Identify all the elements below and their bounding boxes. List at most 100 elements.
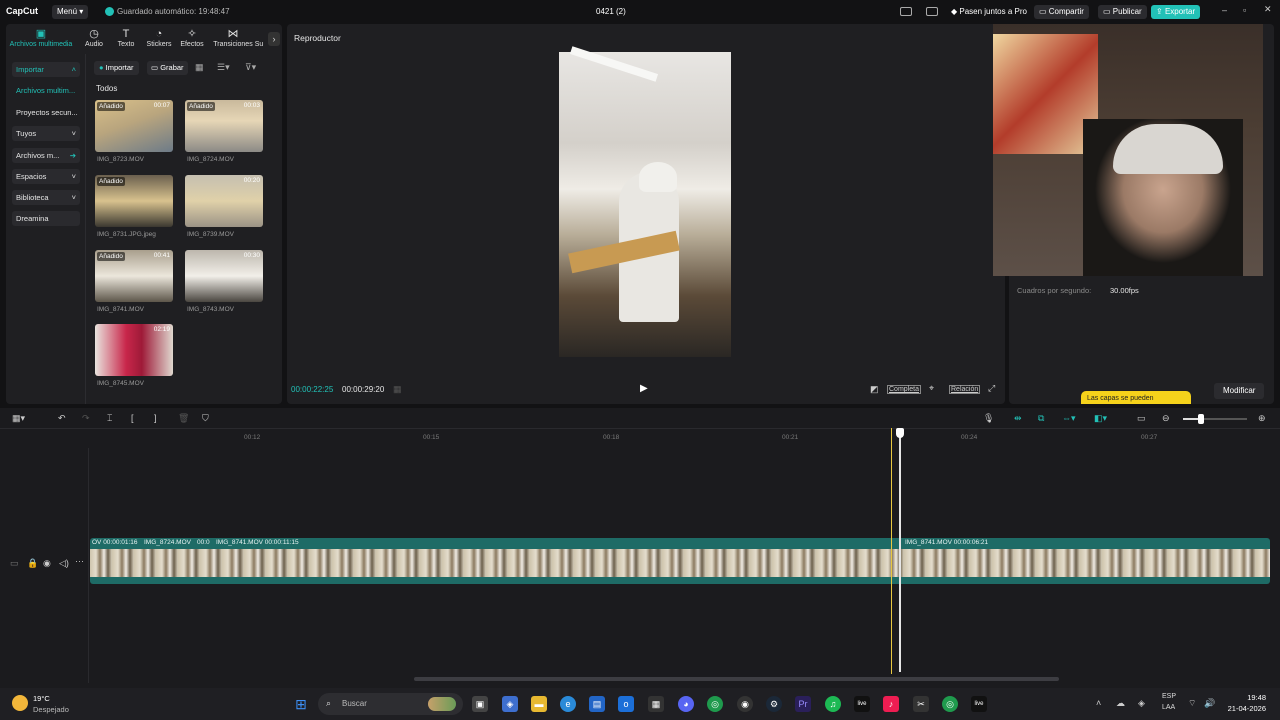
obs-icon[interactable]: ◉ <box>737 696 753 712</box>
tab-transitions[interactable]: ⋈ Transiciones <box>211 28 255 48</box>
chrome-icon[interactable]: ◎ <box>707 696 723 712</box>
play-icon[interactable]: ▶ <box>640 383 648 394</box>
media-thumb[interactable]: Añadido 00:41 <box>95 250 173 302</box>
store-icon[interactable]: ▤ <box>589 696 605 712</box>
export-button[interactable]: ⇪ Exportar <box>1151 5 1201 19</box>
playhead[interactable] <box>899 430 901 672</box>
fullscreen-icon[interactable]: ⤢ <box>988 383 995 394</box>
playhead-handle[interactable] <box>896 428 904 438</box>
redo-icon[interactable]: ↷ <box>82 413 90 424</box>
edge-icon[interactable]: e <box>560 696 576 712</box>
zoom-in-icon[interactable]: ⊕ <box>1258 413 1266 424</box>
capcut-icon[interactable]: ✂ <box>913 696 929 712</box>
steam-icon[interactable]: ⚙ <box>766 696 782 712</box>
bluetooth-tray-icon[interactable]: ◈ <box>1138 698 1145 709</box>
filter-icon[interactable]: ⊽▾ <box>245 62 256 73</box>
clip-label[interactable]: OV 00:00:01:16 <box>92 539 138 546</box>
undo-icon[interactable]: ↶ <box>58 413 66 424</box>
preview-axis-icon[interactable]: ⇔▾ <box>1062 413 1076 424</box>
lock-icon[interactable]: 🔒 <box>27 558 38 569</box>
volume-icon[interactable]: 🔊 <box>1204 698 1215 709</box>
shield-icon[interactable]: ⛉ <box>202 413 209 424</box>
zoom-slider-handle[interactable] <box>1198 414 1204 424</box>
trim-left-icon[interactable]: [ <box>131 413 134 423</box>
language-layout[interactable]: LAA <box>1162 704 1175 711</box>
discord-icon[interactable]: ◕ <box>678 696 694 712</box>
language-code[interactable]: ESP <box>1162 693 1176 700</box>
sort-icon[interactable]: ☰▾ <box>217 62 230 73</box>
import-button[interactable]: ● Importar <box>94 61 139 75</box>
sidebar-item-files[interactable]: Archivos m... ➔ <box>12 148 80 163</box>
tab-audio[interactable]: ◷ Audio <box>76 28 112 48</box>
snap-icon[interactable]: ⇹ <box>1014 413 1022 424</box>
weather-icon[interactable] <box>12 695 28 711</box>
windows-start-icon[interactable]: ⊞ <box>293 696 309 712</box>
caption-icon[interactable]: ▭ <box>1137 413 1146 424</box>
video-preview[interactable] <box>559 46 731 357</box>
tab-effects[interactable]: ✧ Efectos <box>174 28 210 48</box>
ai-icon[interactable]: ◧▾ <box>1094 413 1107 424</box>
file-explorer-icon[interactable]: ▬ <box>531 696 547 712</box>
chrome-profile-icon[interactable]: ◎ <box>942 696 958 712</box>
calculator-icon[interactable]: ▦ <box>648 696 664 712</box>
clock-date[interactable]: 21-04-2026 <box>1222 704 1266 713</box>
spotify-icon[interactable]: ♫ <box>825 696 841 712</box>
timeline-layout-icon[interactable]: ▦▾ <box>12 413 25 424</box>
sidebar-item-library[interactable]: Biblioteca ˅ <box>12 190 80 205</box>
media-thumb[interactable]: Añadido 00:07 <box>95 100 173 152</box>
ratio-button[interactable]: Relación <box>949 385 981 394</box>
sidebar-item-secondary[interactable]: Proyectos secun... <box>12 105 80 120</box>
sidebar-item-yours[interactable]: Tuyos ˅ <box>12 126 80 141</box>
clip-label[interactable]: 00:0 <box>197 539 210 546</box>
compare-icon[interactable]: ◩ <box>870 384 879 395</box>
project-title[interactable]: 0421 (2) <box>596 7 626 16</box>
outlook-icon[interactable]: o <box>618 696 634 712</box>
sidebar-item-dreamina[interactable]: Dreamina <box>12 211 80 226</box>
eye-icon[interactable]: ◉ <box>43 558 51 569</box>
tab-stickers[interactable]: ◔ Stickers <box>141 28 177 48</box>
microphone-icon[interactable]: 🎙 <box>983 413 994 424</box>
media-thumb[interactable]: Añadido 00:03 <box>185 100 263 152</box>
horizontal-scrollbar[interactable] <box>414 677 1059 681</box>
clip-label[interactable]: IMG_8741.MOV 00:00:06:21 <box>905 539 988 546</box>
split-icon[interactable]: ⌶ <box>107 413 112 424</box>
chevron-up-icon[interactable]: ˄ <box>1096 698 1101 708</box>
tiktok-icon[interactable]: ♪ <box>883 696 899 712</box>
media-thumb[interactable]: 00:20 <box>185 175 263 227</box>
modify-button[interactable]: Modificar <box>1214 383 1265 399</box>
menu-button[interactable]: Menú ▾ <box>52 5 89 19</box>
sidebar-item-spaces[interactable]: Espacios ˅ <box>12 169 80 184</box>
layout-icon[interactable] <box>900 7 912 16</box>
sidebar-item-import[interactable]: Importar ˄ <box>12 62 80 77</box>
record-button[interactable]: ▭ Grabar <box>147 61 188 75</box>
media-thumb[interactable]: Añadido <box>95 175 173 227</box>
timecode-grid-icon[interactable]: ▦ <box>393 384 402 395</box>
live-icon[interactable]: live <box>854 696 870 712</box>
tab-more[interactable]: Su <box>254 28 264 48</box>
clip-label[interactable]: IMG_8724.MOV <box>144 539 191 546</box>
tab-media[interactable]: ▣ Archivos multimedia <box>8 28 74 48</box>
clip-label[interactable]: IMG_8741.MOV 00:00:11:15 <box>216 539 299 546</box>
delete-icon[interactable]: 🗑 <box>178 413 189 424</box>
focus-icon[interactable]: ⌖ <box>929 383 934 394</box>
link-clips-icon[interactable]: ⧉ <box>1038 413 1044 424</box>
wifi-icon[interactable]: ⌔ <box>1188 698 1196 709</box>
chevron-right-icon[interactable]: › <box>268 32 280 46</box>
full-quality-button[interactable]: Completa <box>887 385 921 394</box>
maximize-icon[interactable]: ▫ <box>1243 5 1246 15</box>
audio-mute-icon[interactable]: ◁) <box>59 558 69 569</box>
zoom-out-icon[interactable]: ⊖ <box>1162 413 1170 424</box>
more-icon[interactable]: ··· <box>75 556 84 566</box>
close-icon[interactable]: ✕ <box>1264 4 1272 15</box>
sidebar-item-media[interactable]: Archivos multim... <box>12 83 80 98</box>
network-tray-icon[interactable]: ☁ <box>1116 698 1125 709</box>
share-button[interactable]: ▭ Compartir <box>1034 5 1089 19</box>
trim-right-icon[interactable]: ] <box>154 413 157 423</box>
media-thumb[interactable]: 02:19 <box>95 324 173 376</box>
search-bar[interactable]: ⌕ Buscar <box>318 693 463 715</box>
minimize-icon[interactable]: – <box>1222 5 1227 15</box>
pro-button[interactable]: ◆ Pasen juntos a Pro <box>946 5 1032 19</box>
tab-text[interactable]: T Texto <box>108 28 144 48</box>
clock-time[interactable]: 19:48 <box>1222 693 1266 702</box>
copilot-icon[interactable]: ◈ <box>502 696 518 712</box>
